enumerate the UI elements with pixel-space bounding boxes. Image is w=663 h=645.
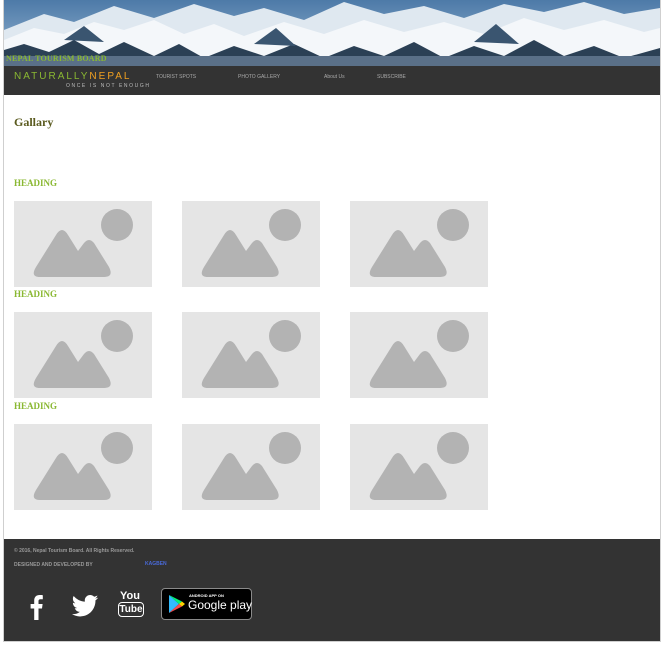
image-placeholder-icon <box>33 209 133 277</box>
site-footer: © 2016, Nepal Tourism Board. All Rights … <box>4 539 660 641</box>
gallery-thumbnail[interactable] <box>350 312 488 398</box>
image-placeholder-icon <box>201 432 301 500</box>
image-placeholder-icon <box>33 432 133 500</box>
google-play-big-text: Google play <box>188 598 253 612</box>
nav-subscribe[interactable]: SUBSCRIBE <box>377 74 406 80</box>
google-play-icon <box>169 595 185 613</box>
image-placeholder-icon <box>201 209 301 277</box>
main-navbar: NATURALLYNEPAL ONCE IS NOT ENOUGH TOURIS… <box>4 66 660 95</box>
header-banner: NEPAL TOURISM BOARD <box>4 0 660 66</box>
logo-tagline: ONCE IS NOT ENOUGH <box>66 83 151 89</box>
designed-by-text: DESIGNED AND DEVELOPED BY <box>14 562 93 568</box>
page-frame: NEPAL TOURISM BOARD NATURALLYNEPAL ONCE … <box>3 0 661 642</box>
nav-about-us[interactable]: About Us <box>324 74 345 80</box>
logo-wordmark: NATURALLYNEPAL <box>14 71 131 82</box>
google-play-badge[interactable]: ANDROID APP ON Google play <box>161 588 252 620</box>
section-heading: HEADING <box>14 401 58 411</box>
image-placeholder-icon <box>369 209 469 277</box>
page-title: Gallary <box>14 115 54 129</box>
facebook-icon[interactable] <box>28 594 44 625</box>
twitter-icon[interactable] <box>71 595 99 622</box>
gallery-thumbnail[interactable] <box>350 424 488 510</box>
designer-link[interactable]: KAGBEN <box>145 561 167 567</box>
gallery-thumbnail[interactable] <box>350 201 488 287</box>
image-placeholder-icon <box>201 320 301 388</box>
youtube-you-text: You <box>120 590 140 602</box>
copyright-text: © 2016, Nepal Tourism Board. All Rights … <box>14 548 135 554</box>
gallery-thumbnail[interactable] <box>14 312 152 398</box>
image-placeholder-icon <box>369 432 469 500</box>
nav-tourist-spots[interactable]: TOURIST SPOTS <box>156 74 196 80</box>
gallery-thumbnail[interactable] <box>14 201 152 287</box>
section-heading: HEADING <box>14 289 58 299</box>
nav-photo-gallery[interactable]: PHOTO GALLERY <box>238 74 280 80</box>
gallery-thumbnail[interactable] <box>14 424 152 510</box>
image-placeholder-icon <box>369 320 469 388</box>
logo-naturally: NATURALLY <box>14 71 90 82</box>
gallery-thumbnail[interactable] <box>182 424 320 510</box>
youtube-tube-text: Tube <box>118 602 144 617</box>
gallery-thumbnail[interactable] <box>182 201 320 287</box>
gallery-thumbnail[interactable] <box>182 312 320 398</box>
youtube-icon[interactable]: You Tube <box>118 590 144 620</box>
image-placeholder-icon <box>33 320 133 388</box>
section-heading: HEADING <box>14 178 58 188</box>
site-logo[interactable]: NATURALLYNEPAL ONCE IS NOT ENOUGH <box>14 71 149 89</box>
logo-nepal: NEPAL <box>89 71 132 82</box>
board-name: NEPAL TOURISM BOARD <box>6 54 107 63</box>
